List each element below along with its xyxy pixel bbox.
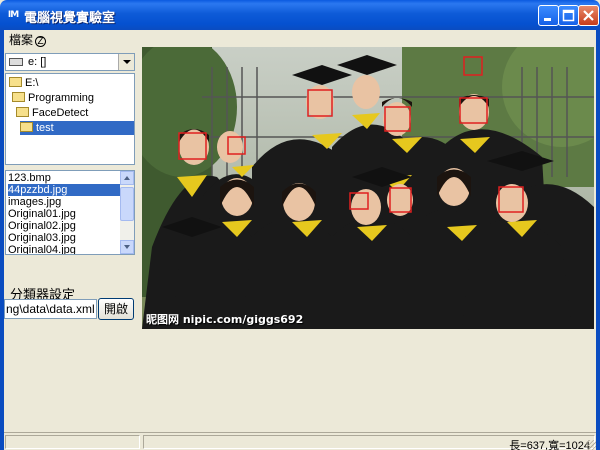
directory-item[interactable]: E:\ — [9, 76, 38, 90]
close-icon — [583, 10, 594, 21]
directory-item-label: Programming — [28, 92, 95, 104]
close-button[interactable] — [578, 5, 599, 26]
group-photo — [142, 47, 594, 329]
menu-file[interactable]: 檔案 Z — [9, 31, 47, 48]
file-item[interactable]: Original04.jpg — [8, 244, 120, 254]
folder-open-icon — [16, 107, 29, 117]
scroll-up-arrow-icon[interactable] — [120, 171, 134, 185]
window-frame-left — [0, 30, 4, 450]
status-bar: 長=637,寬=1024 — [4, 432, 596, 450]
chevron-down-icon[interactable] — [118, 54, 134, 70]
minimize-button[interactable] — [538, 5, 559, 26]
scroll-down-arrow-icon[interactable] — [120, 240, 134, 254]
maximize-button[interactable] — [558, 5, 579, 26]
file-item[interactable]: images.jpg — [8, 196, 120, 208]
resize-grip-icon[interactable] — [586, 440, 596, 450]
menu-file-accelerator: Z — [35, 36, 47, 47]
directory-list[interactable]: E:\ Programming FaceDetect test — [5, 73, 135, 165]
file-item[interactable]: Original02.jpg — [8, 220, 120, 232]
file-list-scrollbar[interactable] — [120, 171, 134, 254]
classifier-path-input[interactable]: ng\data\data.xml — [4, 299, 97, 319]
directory-item-selected[interactable]: test — [20, 121, 134, 135]
folder-open-icon — [12, 92, 25, 102]
file-item[interactable]: Original01.jpg — [8, 208, 120, 220]
maximize-icon — [562, 9, 575, 22]
photo-watermark: 昵图网 nipic.com/giggs692 — [146, 313, 304, 326]
open-button[interactable]: 開啟 — [98, 298, 134, 320]
directory-item-label: E:\ — [25, 77, 39, 89]
menu-bar: 檔案 Z — [4, 30, 596, 48]
image-dimensions-status: 長=637,寬=1024 — [509, 440, 590, 450]
window-title: 電腦視覺實驗室 — [24, 11, 116, 26]
menu-file-label: 檔案 — [9, 33, 34, 47]
folder-open-icon — [20, 122, 33, 132]
classifier-path-value: ng\data\data.xml — [6, 302, 95, 316]
drive-select-value: e: [] — [28, 56, 47, 68]
directory-item[interactable]: FaceDetect — [16, 106, 88, 120]
window-frame-right — [596, 30, 600, 450]
status-pane-left — [5, 435, 140, 449]
file-list[interactable]: 123.bmp 44pzzbd.jpg images.jpg Original0… — [5, 170, 135, 255]
photo-view: 昵图网 nipic.com/giggs692 — [142, 47, 594, 329]
drive-icon — [9, 58, 23, 66]
scroll-thumb[interactable] — [120, 187, 134, 221]
minimize-icon — [544, 18, 551, 21]
file-item[interactable]: 123.bmp — [8, 172, 120, 184]
title-bar[interactable]: IM 電腦視覺實驗室 — [0, 0, 600, 30]
folder-open-icon — [9, 77, 22, 87]
app-icon: IM — [7, 10, 19, 20]
file-item-selected[interactable]: 44pzzbd.jpg — [8, 184, 120, 196]
directory-item-label: test — [36, 122, 54, 134]
file-item[interactable]: Original03.jpg — [8, 232, 120, 244]
directory-item[interactable]: Programming — [12, 91, 94, 105]
directory-item-label: FaceDetect — [32, 107, 89, 119]
status-pane-right: 長=637,寬=1024 — [143, 435, 595, 450]
drive-select[interactable]: e: [] — [5, 53, 135, 71]
